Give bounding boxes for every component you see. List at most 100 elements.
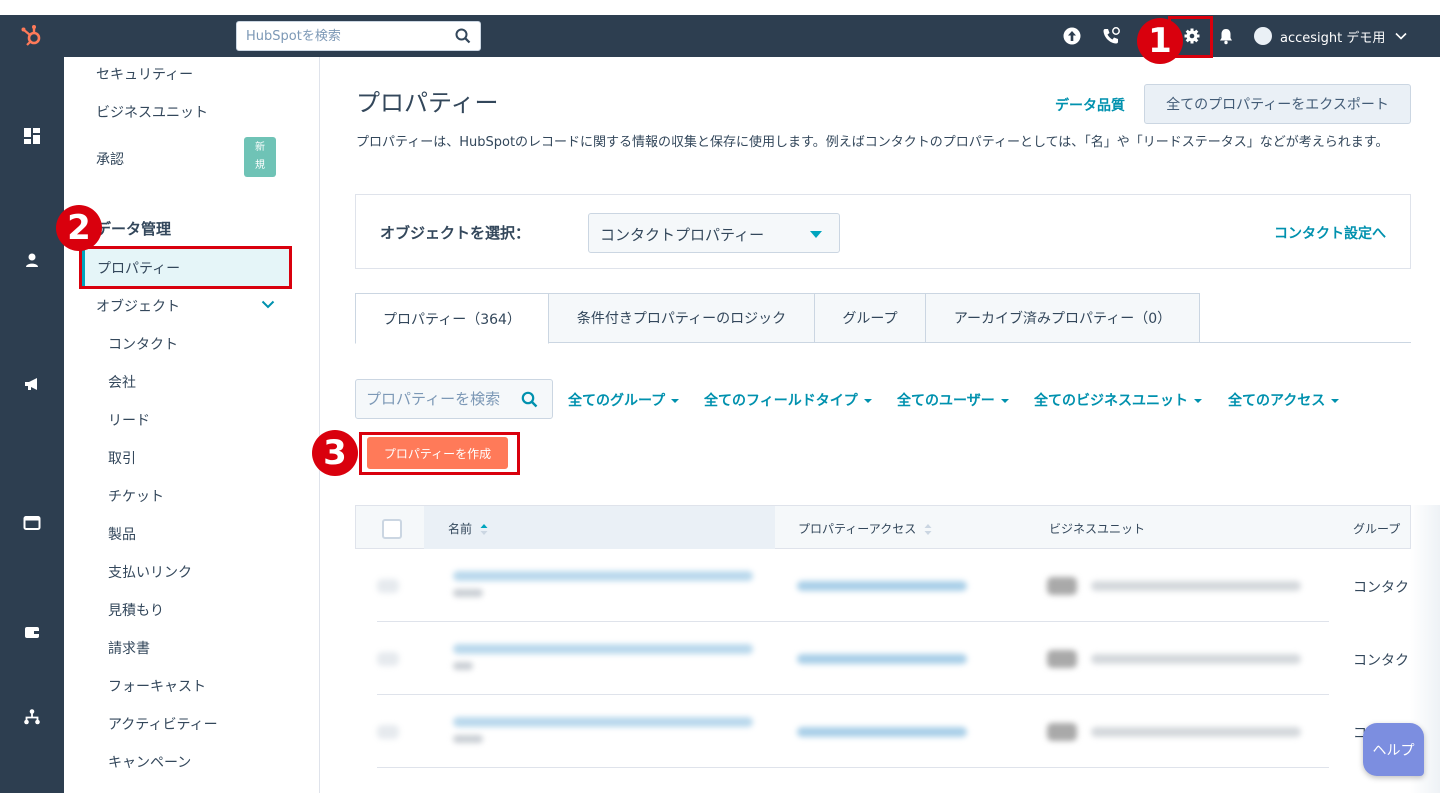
blurred-business-unit-name bbox=[1091, 727, 1301, 737]
filter-all-groups-label: 全てのグループ bbox=[568, 393, 666, 409]
main-content: プロパティー データ品質 全てのプロパティーをエクスポート プロパティーは、Hu… bbox=[321, 57, 1440, 793]
blurred-property-type bbox=[453, 735, 483, 743]
top-navigation-bar: accesight デモ用 bbox=[0, 15, 1440, 57]
sidebar-item-object-activities[interactable]: アクティビティー bbox=[108, 714, 218, 734]
dashboard-icon[interactable] bbox=[23, 127, 41, 145]
blurred-property-name bbox=[453, 717, 753, 727]
upgrade-icon[interactable] bbox=[1062, 26, 1082, 46]
annotation-callout-2: 2 bbox=[56, 205, 102, 251]
column-header-name-label: 名前 bbox=[448, 522, 473, 536]
filter-all-users[interactable]: 全てのユーザー bbox=[897, 390, 1009, 410]
blurred-business-unit-name bbox=[1091, 581, 1301, 591]
notifications-bell-icon[interactable] bbox=[1216, 26, 1236, 46]
caret-down-icon bbox=[810, 231, 822, 238]
column-header-property-access[interactable]: プロパティーアクセス bbox=[798, 520, 932, 537]
sidebar-item-object-invoices[interactable]: 請求書 bbox=[108, 638, 150, 658]
tab-archived-properties-label: アーカイブ済みプロパティー（0） bbox=[953, 311, 1172, 327]
page-description: プロパティーは、HubSpotのレコードに関する情報の収集と保存に使用します。例… bbox=[356, 135, 1389, 150]
object-select-dropdown[interactable]: コンタクトプロパティー bbox=[588, 213, 840, 253]
row-group-cell: コンタク bbox=[1353, 653, 1409, 669]
global-search-input[interactable] bbox=[237, 22, 437, 50]
tab-conditional-logic-label: 条件付きプロパティーのロジック bbox=[576, 311, 787, 327]
account-name: accesight デモ用 bbox=[1280, 30, 1386, 46]
help-button[interactable]: ヘルプ bbox=[1363, 723, 1424, 776]
content-window-icon[interactable] bbox=[23, 514, 41, 532]
contact-settings-link[interactable]: コンタクト設定へ bbox=[1274, 223, 1386, 243]
search-icon[interactable] bbox=[521, 391, 538, 408]
property-tabs: プロパティー（364） 条件付きプロパティーのロジック グループ アーカイブ済み… bbox=[355, 293, 1411, 344]
sidebar-item-object-contacts[interactable]: コンタクト bbox=[108, 334, 178, 354]
sidebar-item-approvals[interactable]: 承認 bbox=[96, 149, 124, 169]
table-row[interactable] bbox=[377, 549, 1329, 622]
caret-down-icon bbox=[1000, 399, 1009, 403]
blurred-property-access bbox=[797, 727, 967, 737]
row-checkbox-blurred bbox=[377, 579, 399, 593]
blurred-property-name bbox=[453, 644, 753, 654]
sidebar-item-object-tickets[interactable]: チケット bbox=[108, 486, 164, 506]
filter-all-groups[interactable]: 全てのグループ bbox=[568, 390, 680, 410]
tab-conditional-logic[interactable]: 条件付きプロパティーのロジック bbox=[548, 293, 815, 343]
tab-properties[interactable]: プロパティー（364） bbox=[355, 293, 549, 344]
hubspot-logo-icon[interactable] bbox=[20, 23, 46, 49]
avatar bbox=[1254, 27, 1272, 45]
row-checkbox-blurred bbox=[377, 652, 399, 666]
caret-down-icon bbox=[1331, 399, 1340, 403]
filter-all-users-label: 全てのユーザー bbox=[897, 393, 995, 409]
table-row[interactable] bbox=[377, 695, 1329, 768]
help-button-label: ヘルプ bbox=[1372, 742, 1415, 759]
sidebar-item-object-campaigns[interactable]: キャンペーン bbox=[108, 752, 191, 772]
column-header-group[interactable]: グループ bbox=[1353, 520, 1400, 537]
automation-network-icon[interactable] bbox=[23, 708, 41, 726]
object-selector-label: オブジェクトを選択： bbox=[380, 224, 531, 242]
tab-archived-properties[interactable]: アーカイブ済みプロパティー（0） bbox=[925, 293, 1200, 343]
filter-all-field-types[interactable]: 全てのフィールドタイプ bbox=[704, 390, 872, 410]
blurred-property-access bbox=[797, 581, 967, 591]
sidebar-item-object-companies[interactable]: 会社 bbox=[108, 372, 136, 392]
chevron-down-icon[interactable] bbox=[261, 300, 275, 309]
filter-all-business-units[interactable]: 全てのビジネスユニット bbox=[1034, 390, 1202, 410]
sidebar-item-security[interactable]: セキュリティー bbox=[96, 64, 193, 84]
global-search[interactable] bbox=[236, 21, 481, 51]
sort-icon bbox=[480, 524, 488, 535]
search-icon[interactable] bbox=[455, 28, 471, 44]
select-all-checkbox[interactable] bbox=[382, 519, 402, 539]
sidebar-item-object-leads[interactable]: リード bbox=[108, 410, 150, 430]
property-search-input[interactable] bbox=[356, 380, 516, 418]
export-all-properties-button[interactable]: 全てのプロパティーをエクスポート bbox=[1144, 84, 1411, 124]
table-row[interactable] bbox=[377, 622, 1329, 695]
property-search[interactable] bbox=[355, 379, 553, 419]
filter-all-access-label: 全てのアクセス bbox=[1228, 393, 1326, 409]
data-quality-link[interactable]: データ品質 bbox=[1055, 95, 1125, 115]
tab-groups-label: グループ bbox=[842, 311, 898, 327]
tab-groups[interactable]: グループ bbox=[814, 293, 926, 343]
column-header-business-unit[interactable]: ビジネスユニット bbox=[1049, 520, 1145, 537]
sidebar-item-object-forecast[interactable]: フォーキャスト bbox=[108, 676, 206, 696]
contacts-person-icon[interactable] bbox=[23, 251, 41, 269]
commerce-wallet-icon[interactable] bbox=[23, 623, 41, 641]
blurred-property-type bbox=[453, 662, 473, 670]
filter-all-field-types-label: 全てのフィールドタイプ bbox=[704, 393, 858, 409]
sidebar-item-object-deals[interactable]: 取引 bbox=[108, 448, 136, 468]
blurred-property-type bbox=[453, 589, 483, 597]
sidebar-item-objects[interactable]: オブジェクト bbox=[96, 296, 180, 316]
marketing-megaphone-icon[interactable] bbox=[23, 375, 41, 393]
blurred-business-unit-logo bbox=[1047, 577, 1077, 595]
object-selector-panel: オブジェクトを選択： コンタクトプロパティー コンタクト設定へ bbox=[355, 194, 1411, 269]
blurred-business-unit-name bbox=[1091, 654, 1301, 664]
sidebar-item-object-products[interactable]: 製品 bbox=[108, 524, 136, 544]
annotation-callout-3: 3 bbox=[312, 430, 358, 476]
new-badge: 新規 bbox=[244, 137, 276, 177]
row-group-cell: コンタク bbox=[1353, 580, 1409, 596]
calling-icon[interactable] bbox=[1101, 26, 1121, 46]
caret-down-icon bbox=[1194, 399, 1202, 403]
column-header-name[interactable]: 名前 bbox=[448, 520, 488, 537]
account-menu[interactable]: accesight デモ用 bbox=[1254, 25, 1407, 47]
blurred-business-unit-logo bbox=[1047, 723, 1077, 741]
top-strip bbox=[0, 0, 1440, 15]
annotation-box-create-property bbox=[359, 432, 520, 475]
filter-all-access[interactable]: 全てのアクセス bbox=[1228, 390, 1340, 410]
sidebar-item-object-quotes[interactable]: 見積もり bbox=[108, 600, 164, 620]
sidebar-item-business-units[interactable]: ビジネスユニット bbox=[96, 102, 208, 122]
sidebar-item-object-payment-links[interactable]: 支払いリンク bbox=[108, 562, 192, 582]
properties-table: 名前 プロパティーアクセス ビジネスユニット グループ コンタク コンタク bbox=[355, 505, 1411, 805]
